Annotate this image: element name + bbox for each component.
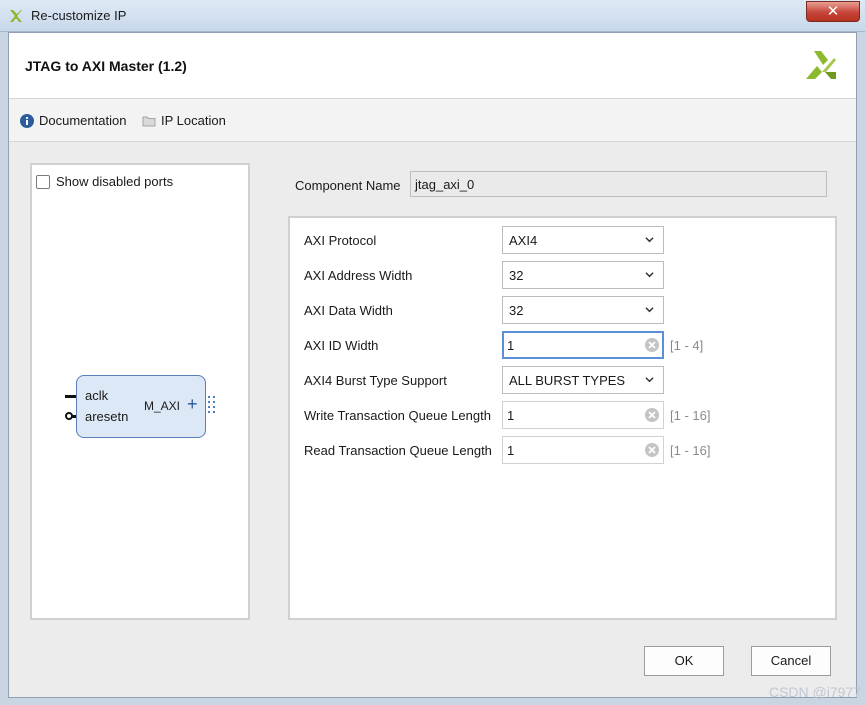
write-queue-length-input[interactable]: 1: [502, 401, 664, 429]
dialog-window: JTAG to AXI Master (1.2) Documentation I…: [8, 32, 857, 698]
component-name-label: Component Name: [295, 178, 401, 193]
ip-symbol-block[interactable]: aclk aresetn M_AXI +: [76, 375, 206, 438]
axi-protocol-select[interactable]: AXI4: [502, 226, 664, 254]
ip-location-link[interactable]: IP Location: [142, 113, 226, 128]
close-button[interactable]: ✕: [806, 1, 860, 22]
input-value: 1: [507, 443, 515, 458]
documentation-link[interactable]: Documentation: [20, 113, 126, 128]
param-label: AXI Protocol: [304, 233, 377, 248]
ok-button[interactable]: OK: [644, 646, 724, 676]
ip-location-label: IP Location: [161, 113, 226, 128]
chevron-down-icon: [645, 272, 654, 278]
clear-icon[interactable]: [644, 407, 660, 423]
aresetn-pin-bubble: [65, 412, 73, 420]
select-value: 32: [509, 303, 524, 318]
axi-address-width-select[interactable]: 32: [502, 261, 664, 289]
input-value: 1: [507, 408, 515, 423]
window-title: Re-customize IP: [31, 8, 127, 23]
chevron-down-icon: [645, 307, 654, 313]
links-bar: Documentation IP Location: [9, 99, 856, 142]
select-value: AXI4: [509, 233, 538, 248]
param-label: AXI ID Width: [304, 338, 379, 353]
chevron-down-icon: [645, 237, 654, 243]
info-icon: [20, 113, 34, 128]
documentation-label: Documentation: [39, 113, 127, 128]
clear-icon[interactable]: [644, 337, 660, 353]
app-logo-icon: [10, 10, 22, 22]
dialog-header: JTAG to AXI Master (1.2): [9, 33, 856, 99]
cancel-button[interactable]: Cancel: [751, 646, 831, 676]
read-queue-length-input[interactable]: 1: [502, 436, 664, 464]
param-label: Read Transaction Queue Length: [304, 443, 492, 458]
bus-expand-icon[interactable]: +: [187, 394, 198, 415]
select-value: 32: [509, 268, 524, 283]
show-disabled-ports-row[interactable]: Show disabled ports: [36, 174, 173, 189]
param-label: Write Transaction Queue Length: [304, 408, 491, 423]
axi-id-width-input[interactable]: 1: [502, 331, 664, 359]
ip-title: JTAG to AXI Master (1.2): [25, 58, 187, 74]
bus-interface-icon: [208, 396, 215, 413]
param-label: AXI Address Width: [304, 268, 413, 283]
axi-id-width-range: [1 - 4]: [670, 338, 704, 353]
clear-icon[interactable]: [644, 442, 660, 458]
show-disabled-ports-label: Show disabled ports: [56, 174, 174, 189]
port-aresetn: aresetn: [85, 409, 129, 424]
xilinx-logo-icon: [806, 51, 836, 79]
select-value: ALL BURST TYPES: [509, 373, 626, 388]
axi-data-width-select[interactable]: 32: [502, 296, 664, 324]
show-disabled-ports-checkbox[interactable]: [36, 174, 50, 189]
port-aclk: aclk: [85, 388, 109, 403]
input-value: 1: [507, 338, 515, 353]
folder-icon: [142, 116, 156, 126]
watermark: CSDN @i7977: [768, 684, 861, 700]
component-name-field[interactable]: jtag_axi_0: [410, 171, 827, 197]
symbol-panel: Show disabled ports aclk aresetn M_AXI +: [30, 163, 250, 620]
read-queue-length-range: [1 - 16]: [670, 443, 711, 458]
chevron-down-icon: [645, 377, 654, 383]
param-label: AXI Data Width: [304, 303, 393, 318]
title-bar: Re-customize IP ✕: [0, 0, 865, 32]
write-queue-length-range: [1 - 16]: [670, 408, 711, 423]
port-m-axi: M_AXI: [144, 399, 181, 413]
param-label: AXI4 Burst Type Support: [304, 373, 447, 388]
burst-type-select[interactable]: ALL BURST TYPES: [502, 366, 664, 394]
parameters-panel: AXI Protocol AXI4 AXI Address Width 32 A…: [288, 216, 837, 620]
